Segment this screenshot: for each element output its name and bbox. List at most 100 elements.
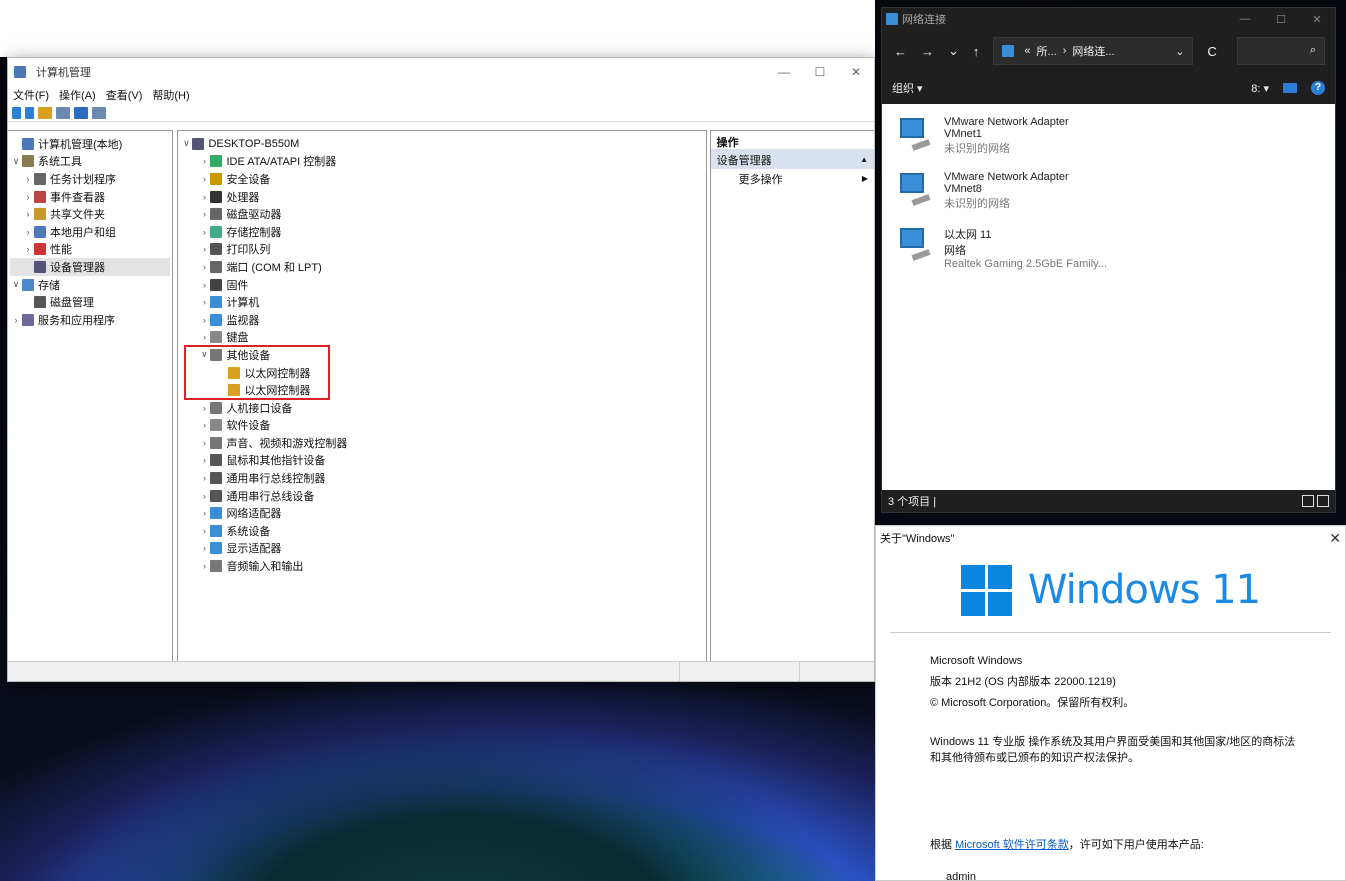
device-tree-node[interactable]: › 端口 (COM 和 LPT) [180,258,703,276]
collapsed-chevron-icon[interactable]: › [198,262,210,272]
collapsed-chevron-icon[interactable]: › [198,209,210,219]
console-tree-node[interactable]: › 服务和应用程序 [10,311,170,329]
console-tree-node[interactable]: › 事件查看器 [10,188,170,206]
collapsed-chevron-icon[interactable]: › [22,174,34,184]
path-overflow[interactable]: « [1024,45,1030,57]
maximize-button[interactable]: ☐ [802,65,838,79]
device-tree-node[interactable]: › 监视器 [180,311,703,329]
actions-section-device-manager[interactable]: 设备管理器 ▲ [710,150,874,169]
nc-close-button[interactable]: ✕ [1299,13,1335,26]
device-tree-node[interactable]: › 人机接口设备 [180,399,703,417]
device-tree-node[interactable]: › 显示适配器 [180,540,703,558]
device-tree-node[interactable]: › 键盘 [180,329,703,347]
console-tree-node[interactable]: › 共享文件夹 [10,205,170,223]
nc-maximize-button[interactable]: ☐ [1263,13,1299,26]
collapsed-chevron-icon[interactable]: › [198,561,210,571]
device-tree-node[interactable]: › 软件设备 [180,417,703,435]
organize-button[interactable]: 组织 ▾ [892,80,923,96]
close-button[interactable]: ✕ [838,65,874,79]
collapsed-chevron-icon[interactable]: › [198,491,210,501]
console-tree-node[interactable]: › 性能 [10,241,170,259]
device-tree-node[interactable]: › IDE ATA/ATAPI 控制器 [180,153,703,171]
collapsed-chevron-icon[interactable]: › [198,174,210,184]
device-tree-node[interactable]: › 计算机 [180,293,703,311]
preview-pane-icon[interactable] [1283,83,1297,93]
show-hide-action-pane-icon[interactable] [92,106,106,119]
collapsed-chevron-icon[interactable]: › [22,227,34,237]
network-adapter-item[interactable]: VMware Network Adapter VMnet8 未识别的网络 [898,171,1319,221]
about-close-button[interactable]: ✕ [1329,530,1341,547]
change-view-button[interactable]: 8: ▾ [1251,82,1269,95]
search-box[interactable]: ⌕ [1237,37,1325,65]
up-folder-icon[interactable] [38,106,52,119]
collapsed-chevron-icon[interactable]: › [198,244,210,254]
collapsed-chevron-icon[interactable]: › [198,526,210,536]
minimize-button[interactable]: — [766,65,802,79]
menu-action[interactable]: 操作(A) [59,87,96,103]
device-tree-node[interactable]: › 打印队列 [180,241,703,259]
expanded-chevron-icon[interactable]: ∨ [180,138,192,149]
forward-arrow-icon[interactable] [25,106,34,119]
expanded-chevron-icon[interactable]: ∨ [10,279,22,290]
collapsed-chevron-icon[interactable]: › [198,403,210,413]
path-segment-1[interactable]: 所... [1037,43,1057,59]
back-icon[interactable]: ← [894,44,907,59]
refresh-icon[interactable]: C [1207,44,1216,59]
collapsed-chevron-icon[interactable]: › [198,297,210,307]
device-tree-node[interactable]: › 通用串行总线设备 [180,487,703,505]
nc-minimize-button[interactable]: — [1227,13,1263,26]
collapsed-chevron-icon[interactable]: › [198,420,210,430]
collapsed-chevron-icon[interactable]: › [198,280,210,290]
large-icons-view-icon[interactable] [1317,495,1329,507]
collapsed-chevron-icon[interactable]: › [198,438,210,448]
collapsed-chevron-icon[interactable]: › [22,209,34,219]
device-tree-node[interactable]: › 安全设备 [180,170,703,188]
device-tree-node[interactable]: › 磁盘驱动器 [180,205,703,223]
collapsed-chevron-icon[interactable]: › [198,508,210,518]
path-breadcrumb[interactable]: « 所... › 网络连... ⌄ [993,37,1194,65]
collapsed-chevron-icon[interactable]: › [198,473,210,483]
menu-help[interactable]: 帮助(H) [152,87,189,103]
device-tree-node[interactable]: › 声音、视频和游戏控制器 [180,434,703,452]
more-actions-item[interactable]: 更多操作 ▶ [711,169,874,188]
nc-titlebar[interactable]: 网络连接 — ☐ ✕ [882,8,1335,30]
menu-file[interactable]: 文件(F) [13,87,49,103]
collapsed-chevron-icon[interactable]: › [198,192,210,202]
menu-view[interactable]: 查看(V) [106,87,143,103]
collapsed-chevron-icon[interactable]: › [198,543,210,553]
collapsed-chevron-icon[interactable]: › [22,244,34,254]
console-tree-node[interactable]: 计算机管理(本地) [10,135,170,153]
help-icon[interactable]: ? [1311,81,1325,95]
collapsed-chevron-icon[interactable]: › [198,332,210,342]
path-segment-2[interactable]: 网络连... [1072,43,1114,59]
console-tree-node[interactable]: › 任务计划程序 [10,170,170,188]
network-adapter-item[interactable]: 以太网 11 网络 Realtek Gaming 2.5GbE Family... [898,226,1319,276]
help-icon[interactable] [74,106,88,119]
device-tree-node[interactable]: › 固件 [180,276,703,294]
network-adapter-item[interactable]: VMware Network Adapter VMnet1 未识别的网络 [898,116,1319,166]
forward-icon[interactable]: → [921,44,934,59]
about-titlebar[interactable]: 关于"Windows" ✕ [876,526,1345,550]
collapsed-chevron-icon[interactable]: › [198,455,210,465]
device-tree-node[interactable]: › 通用串行总线控制器 [180,469,703,487]
recent-locations-icon[interactable]: ⌄ [948,43,959,59]
up-icon[interactable]: ↑ [973,44,980,59]
expanded-chevron-icon[interactable]: ∨ [10,156,22,167]
console-tree-node[interactable]: › 本地用户和组 [10,223,170,241]
device-tree-node[interactable]: › 网络适配器 [180,504,703,522]
device-tree-node[interactable]: › 存储控制器 [180,223,703,241]
device-tree-node[interactable]: ∨ DESKTOP-B550M [180,135,703,153]
device-tree-node[interactable]: › 处理器 [180,188,703,206]
console-tree-node[interactable]: 设备管理器 [10,258,171,276]
license-terms-link[interactable]: Microsoft 软件许可条款 [955,839,1069,851]
console-tree-node[interactable]: ∨ 系统工具 [10,153,170,171]
path-dropdown-icon[interactable]: ⌄ [1175,45,1184,58]
collapsed-chevron-icon[interactable]: › [22,192,34,202]
collapsed-chevron-icon[interactable]: › [10,315,22,325]
collapsed-chevron-icon[interactable]: › [198,315,210,325]
show-hide-tree-icon[interactable] [56,106,70,119]
cm-titlebar[interactable]: 计算机管理 — ☐ ✕ [8,58,874,86]
device-tree-node[interactable]: › 系统设备 [180,522,703,540]
console-tree-node[interactable]: ∨ 存储 [10,276,170,294]
details-view-icon[interactable] [1302,495,1314,507]
